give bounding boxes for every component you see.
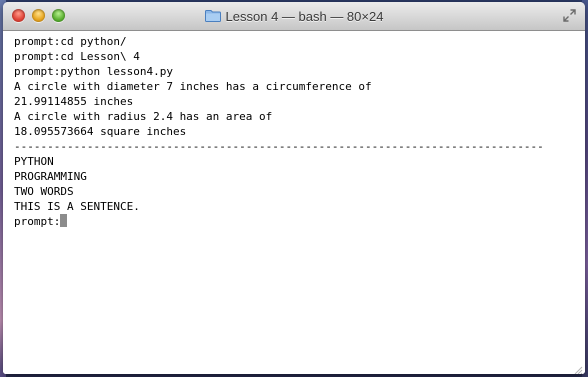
zoom-button[interactable] <box>52 9 65 22</box>
terminal-separator: ----------------------------------------… <box>14 140 544 153</box>
terminal-prompt: prompt: <box>14 215 61 228</box>
close-button[interactable] <box>12 9 25 22</box>
window-title-group: Lesson 4 — bash — 80×24 <box>3 2 585 30</box>
terminal-prompt-line[interactable]: prompt: <box>14 214 585 229</box>
terminal-line: prompt:cd Lesson\ 4 <box>14 50 140 63</box>
terminal-window: Lesson 4 — bash — 80×24 prompt:cd python… <box>3 2 585 374</box>
terminal-line: A circle with diameter 7 inches has a ci… <box>14 80 372 93</box>
terminal-line: TWO WORDS <box>14 185 74 198</box>
terminal-line: THIS IS A SENTENCE. <box>14 200 140 213</box>
window-title: Lesson 4 — bash — 80×24 <box>225 8 384 24</box>
terminal-line: prompt:cd python/ <box>14 35 127 48</box>
terminal-line: PYTHON <box>14 155 54 168</box>
text-cursor <box>60 214 68 227</box>
terminal-line: A circle with radius 2.4 has an area of <box>14 110 273 123</box>
folder-icon <box>204 10 221 22</box>
fullscreen-icon[interactable] <box>563 9 576 22</box>
resize-grip-icon[interactable] <box>573 362 583 374</box>
terminal-line: PROGRAMMING <box>14 170 87 183</box>
minimize-button[interactable] <box>32 9 45 22</box>
terminal-line: 18.095573664 square inches <box>14 125 187 138</box>
terminal-line: 21.99114855 inches <box>14 95 134 108</box>
title-bar[interactable]: Lesson 4 — bash — 80×24 <box>3 2 585 31</box>
terminal-line: prompt:python lesson4.py <box>14 65 173 78</box>
terminal-output[interactable]: prompt:cd python/ prompt:cd Lesson\ 4 pr… <box>3 31 585 374</box>
